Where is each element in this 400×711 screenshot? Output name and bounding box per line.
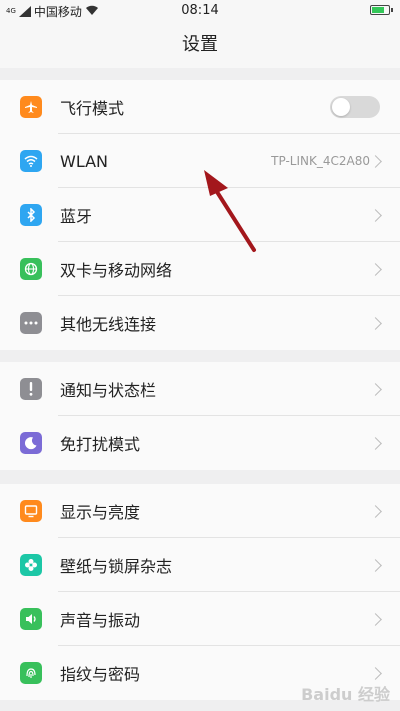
setting-label: 指纹与密码 (60, 665, 141, 684)
chevron-right-icon (369, 612, 382, 626)
setting-row-other-wireless[interactable]: 其他无线连接 (0, 296, 400, 350)
chevron-right-icon (369, 436, 382, 450)
exclamation-icon (20, 378, 42, 400)
chevron-right-icon (369, 262, 382, 276)
setting-label: 双卡与移动网络 (60, 261, 173, 280)
settings-group-connectivity: 飞行模式 WLAN TP-LINK_4C2A80 蓝牙 双卡与移动网络 其他无线… (0, 80, 400, 350)
chevron-right-icon (369, 382, 382, 396)
bluetooth-icon (20, 204, 42, 226)
chevron-right-icon (369, 154, 382, 168)
setting-row-dual-sim[interactable]: 双卡与移动网络 (0, 242, 400, 296)
chevron-right-icon (369, 208, 382, 222)
clock: 08:14 (181, 3, 219, 18)
setting-label: 声音与振动 (60, 611, 141, 630)
wifi-icon (20, 150, 42, 172)
chevron-right-icon (369, 316, 382, 330)
setting-row-wallpaper[interactable]: 壁纸与锁屏杂志 (0, 538, 400, 592)
setting-row-sound[interactable]: 声音与振动 (0, 592, 400, 646)
display-icon (20, 500, 42, 522)
chevron-right-icon (369, 558, 382, 572)
settings-group-notifications: 通知与状态栏 免打扰模式 (0, 362, 400, 470)
speaker-icon (20, 608, 42, 630)
status-bar: 4G 中国移动 08:14 (0, 0, 400, 22)
wlan-network-name: TP-LINK_4C2A80 (271, 154, 370, 168)
page-title: 设置 (0, 22, 400, 68)
chevron-right-icon (369, 666, 382, 680)
setting-row-airplane-mode[interactable]: 飞行模式 (0, 80, 400, 134)
chevron-right-icon (369, 504, 382, 518)
flower-icon (20, 554, 42, 576)
watermark: Baidu 经验 (301, 685, 390, 704)
settings-group-display: 显示与亮度 壁纸与锁屏杂志 声音与振动 指纹与密码 (0, 484, 400, 700)
setting-label: 其他无线连接 (60, 315, 157, 334)
setting-label: 飞行模式 (60, 99, 125, 118)
airplane-mode-toggle[interactable] (330, 96, 380, 118)
setting-label: 蓝牙 (60, 207, 93, 226)
airplane-icon (20, 96, 42, 118)
moon-icon (20, 432, 42, 454)
setting-row-notifications[interactable]: 通知与状态栏 (0, 362, 400, 416)
more-dots-icon (20, 312, 42, 334)
setting-row-display[interactable]: 显示与亮度 (0, 484, 400, 538)
battery-charging-icon (370, 5, 393, 15)
fingerprint-icon (20, 662, 42, 684)
setting-label: 显示与亮度 (60, 503, 141, 522)
setting-row-bluetooth[interactable]: 蓝牙 (0, 188, 400, 242)
setting-row-do-not-disturb[interactable]: 免打扰模式 (0, 416, 400, 470)
globe-icon (20, 258, 42, 280)
setting-label: 通知与状态栏 (60, 381, 157, 400)
setting-label: 免打扰模式 (60, 435, 141, 454)
setting-label: WLAN (60, 151, 109, 171)
setting-row-wlan[interactable]: WLAN TP-LINK_4C2A80 (0, 134, 400, 188)
setting-label: 壁纸与锁屏杂志 (60, 557, 173, 576)
